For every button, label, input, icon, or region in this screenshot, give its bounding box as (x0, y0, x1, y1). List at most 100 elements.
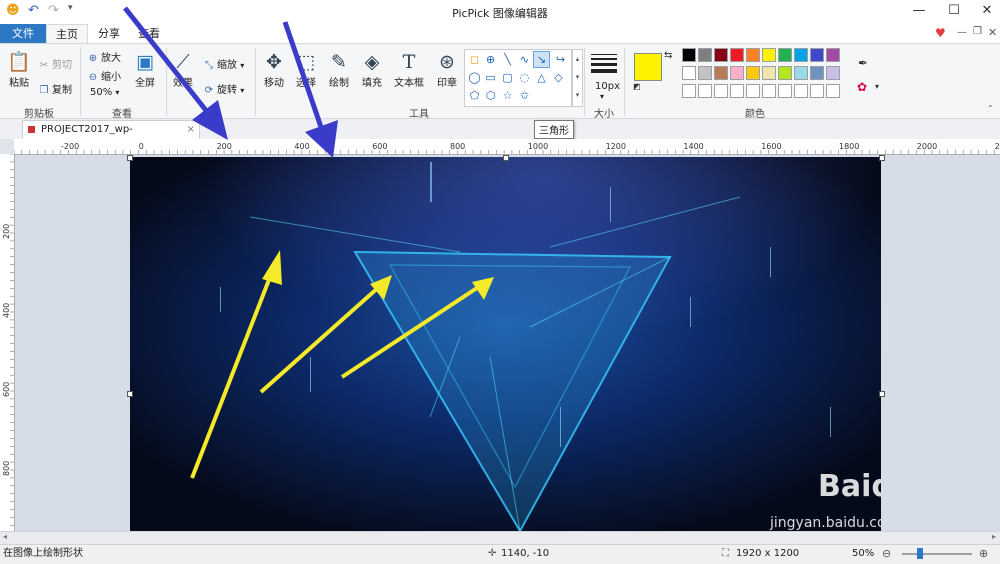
color-swatch[interactable] (794, 48, 808, 62)
chevron-down-icon[interactable]: ▾ (600, 92, 604, 101)
move-tool-button[interactable]: ✥ 移动 (257, 50, 291, 89)
custom-color-swatch[interactable] (778, 84, 792, 98)
custom-color-swatch[interactable] (826, 84, 840, 98)
stamp-tool-button[interactable]: ⊛ 印章 (430, 50, 464, 89)
document-tab[interactable]: PROJECT2017_wp-9_1920x1200.jpg × (22, 120, 200, 152)
color-swatch[interactable] (778, 66, 792, 80)
zoom-slider[interactable] (902, 548, 972, 559)
resize-handle[interactable] (127, 391, 133, 397)
close-doc-icon[interactable]: ✕ (988, 26, 997, 39)
resize-handle[interactable] (127, 155, 133, 161)
reset-colors-icon[interactable]: ◩ (633, 82, 641, 91)
ellipse-shape-icon[interactable]: ◯ (467, 70, 482, 85)
color-swatch[interactable] (762, 48, 776, 62)
zoom-out-button[interactable]: ⊖ 缩小 (87, 68, 121, 83)
color-swatch[interactable] (730, 66, 744, 80)
color-swatch[interactable] (682, 48, 696, 62)
ribbon-minimize-icon[interactable]: — (957, 27, 967, 38)
eyedropper-icon[interactable]: ✒ (858, 56, 868, 70)
color-swatch[interactable] (826, 48, 840, 62)
clipboard-group-label: 剪贴板 (24, 109, 54, 120)
copy-button[interactable]: ❐ 复制 (38, 81, 72, 96)
color-swatch[interactable] (810, 48, 824, 62)
tab-share[interactable]: 分享 (90, 24, 128, 43)
fill-tool-button[interactable]: ◈ 填充 (355, 50, 389, 89)
zoom-in-button[interactable]: ⊕ 放大 (87, 49, 121, 64)
triangle-shape-icon[interactable]: △ (534, 70, 549, 85)
custom-color-swatch[interactable] (682, 84, 696, 98)
color-wheel-icon[interactable]: ✿ (857, 80, 867, 94)
star-shape-icon[interactable]: ☆ (500, 88, 515, 103)
color-swatch[interactable] (730, 48, 744, 62)
color-swatch[interactable] (682, 66, 696, 80)
zoom-slider-thumb[interactable] (916, 548, 923, 559)
star-burst-shape-icon[interactable]: ✩ (517, 88, 532, 103)
custom-color-swatch[interactable] (730, 84, 744, 98)
color-swatch[interactable] (746, 48, 760, 62)
restore-icon[interactable]: ❐ (973, 26, 982, 37)
speech-bubble-shape-icon[interactable]: ◌ (517, 70, 532, 85)
resize-handle[interactable] (879, 155, 885, 161)
arrow-shape-icon[interactable]: ↘ (533, 51, 550, 68)
fullscreen-button[interactable]: ▣ 全屏 (128, 50, 162, 89)
color-swatch[interactable] (826, 66, 840, 80)
zoom-select[interactable]: 50% ▾ (90, 87, 119, 98)
maximize-icon[interactable]: ☐ (943, 2, 965, 20)
crosshair-shape-icon[interactable]: ⊕ (483, 52, 498, 67)
hexagon-shape-icon[interactable]: ⬡ (483, 88, 498, 103)
custom-color-swatch[interactable] (746, 84, 760, 98)
color-swatch[interactable] (778, 48, 792, 62)
pentagon-shape-icon[interactable]: ⬠ (467, 88, 482, 103)
custom-color-swatch[interactable] (714, 84, 728, 98)
resize-handle[interactable] (503, 155, 509, 161)
close-tab-icon[interactable]: × (187, 121, 195, 138)
tab-file[interactable]: 文件 (0, 24, 46, 43)
resize-button[interactable]: ⤡ 缩放 ▾ (203, 56, 244, 71)
cut-button[interactable]: ✂ 剪切 (38, 56, 72, 71)
horizontal-scrollbar[interactable]: ◂ ▸ (0, 531, 1000, 544)
chevron-down-icon[interactable]: ▾ (875, 82, 879, 91)
minimize-icon[interactable]: — (908, 2, 930, 20)
custom-color-swatch[interactable] (762, 84, 776, 98)
edited-image[interactable]: Baidu经验 jingyan.baidu.com (130, 157, 881, 531)
color-swatch[interactable] (714, 48, 728, 62)
paste-button[interactable]: 📋 粘贴 (2, 50, 36, 89)
color-swatch[interactable] (698, 66, 712, 80)
size-value[interactable]: 10px (595, 81, 620, 92)
rectangle-shape-icon[interactable]: ▭ (483, 70, 498, 85)
zoom-out-icon[interactable]: ⊖ (882, 545, 891, 563)
custom-color-swatch[interactable] (810, 84, 824, 98)
color-swatch[interactable] (698, 48, 712, 62)
rounded-rectangle-shape-icon[interactable]: ▢ (500, 70, 515, 85)
line-width-icon[interactable] (591, 54, 617, 73)
color-swatch[interactable] (810, 66, 824, 80)
curved-arrow-shape-icon[interactable]: ↪ (553, 52, 568, 67)
close-icon[interactable]: ✕ (976, 2, 998, 20)
swap-colors-icon[interactable]: ⇆ (664, 50, 672, 61)
zoom-in-icon[interactable]: ⊕ (979, 545, 988, 563)
select-tool-button[interactable]: ⬚ 选择 (289, 50, 323, 89)
color-swatch[interactable] (714, 66, 728, 80)
heart-icon[interactable]: ♥ (935, 26, 946, 40)
primary-color[interactable] (634, 53, 662, 81)
chevron-up-icon[interactable]: ⌃ (987, 104, 994, 113)
diamond-shape-icon[interactable]: ◇ (551, 70, 566, 85)
color-swatch[interactable] (762, 66, 776, 80)
rectangle-select-shape-icon[interactable]: ◻ (467, 52, 482, 67)
scroll-right-icon[interactable]: ▸ (992, 532, 996, 541)
color-swatch[interactable] (746, 66, 760, 80)
draw-tool-button[interactable]: ✎ 绘制 (322, 50, 356, 89)
effects-button[interactable]: ⟋ 效果 (166, 50, 200, 89)
tab-view[interactable]: 查看 (130, 24, 168, 43)
shapes-scrollbar[interactable]: ▴ ▾ ▾ (572, 49, 583, 107)
tab-home[interactable]: 主页 (46, 24, 88, 43)
custom-color-swatch[interactable] (794, 84, 808, 98)
textbox-tool-button[interactable]: T 文本框 (392, 50, 426, 89)
color-swatch[interactable] (794, 66, 808, 80)
curve-shape-icon[interactable]: ∿ (517, 52, 532, 67)
rotate-button[interactable]: ⟳ 旋转 ▾ (203, 81, 244, 96)
line-shape-icon[interactable]: ╲ (500, 52, 515, 67)
scroll-left-icon[interactable]: ◂ (3, 532, 7, 541)
resize-handle[interactable] (879, 391, 885, 397)
custom-color-swatch[interactable] (698, 84, 712, 98)
